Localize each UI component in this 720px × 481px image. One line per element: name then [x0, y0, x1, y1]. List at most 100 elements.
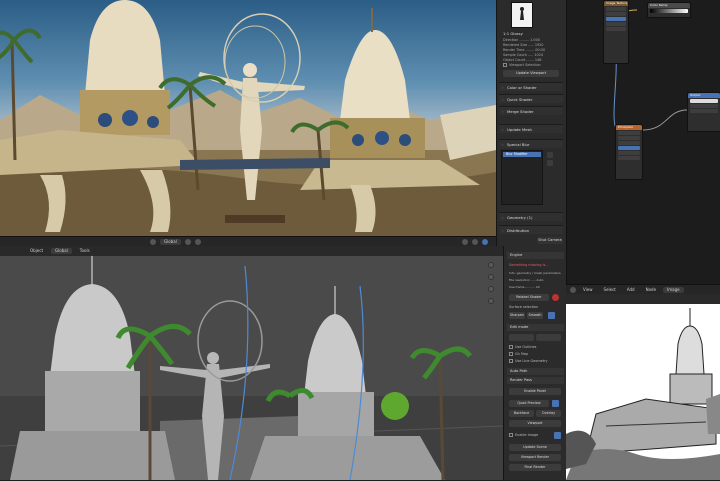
- relabel-shader-button[interactable]: Relabel Shader: [509, 294, 549, 301]
- prop-row: Render Time ........ 00:00: [503, 48, 545, 52]
- viewport-button[interactable]: Viewport: [509, 420, 561, 427]
- menu-image[interactable]: Image: [663, 286, 684, 293]
- list-item-selected[interactable]: Blur Modifier: [503, 152, 541, 157]
- quad-preview-toggle[interactable]: [552, 400, 559, 407]
- menu-tools[interactable]: Tools: [76, 248, 94, 254]
- checkbox-box[interactable]: [509, 345, 513, 349]
- node-socket-row[interactable]: [690, 109, 718, 113]
- node-socket-row[interactable]: [618, 146, 640, 150]
- mode-button[interactable]: [509, 334, 534, 341]
- checkbox-gh-map[interactable]: Gh Map: [507, 351, 564, 358]
- pan-icon[interactable]: [488, 286, 494, 292]
- checkbox-box[interactable]: [509, 359, 513, 363]
- node-socket-row[interactable]: [618, 151, 640, 155]
- mode-button[interactable]: [536, 334, 561, 341]
- zoom-icon[interactable]: [488, 274, 494, 280]
- node-socket-row[interactable]: [606, 7, 626, 11]
- enable-image-toggle[interactable]: [554, 432, 561, 439]
- option-flat-toggle[interactable]: [548, 312, 555, 319]
- node-socket-row[interactable]: [618, 136, 640, 140]
- menu-object[interactable]: Object: [26, 248, 47, 254]
- editor-type-icon[interactable]: [570, 286, 576, 293]
- tools-header[interactable]: Auto Path: [507, 368, 564, 375]
- node-color-ramp[interactable]: Color Ramp: [647, 2, 691, 18]
- enable-panel-button[interactable]: Enable Panel: [509, 388, 561, 395]
- node-title: Output: [688, 93, 720, 98]
- checkbox-box[interactable]: [503, 63, 507, 67]
- section-geometry[interactable]: Geometry (1): [499, 212, 563, 222]
- viewport-render-button[interactable]: Viewport Render: [509, 454, 561, 461]
- section-special-blur[interactable]: Special Blur: [499, 139, 563, 149]
- checkbox-line-geometry[interactable]: Use Line Geometry: [507, 358, 564, 365]
- render-scene-illustration: [0, 0, 496, 236]
- node-socket-row[interactable]: [606, 17, 626, 21]
- checkbox-box[interactable]: [509, 352, 513, 356]
- warning-text: Something missing is...: [509, 263, 549, 267]
- record-icon[interactable]: [552, 294, 559, 301]
- checkbox-outlines[interactable]: Use Outlines: [507, 344, 564, 351]
- figure-silhouette-icon: [520, 7, 524, 20]
- object-mode-icon[interactable]: [150, 238, 156, 245]
- checkbox-box[interactable]: [509, 433, 513, 437]
- line-art-temple: [566, 308, 720, 480]
- section-update-mesh[interactable]: Update Mesh: [499, 124, 563, 134]
- shading-rendered-icon[interactable]: [482, 238, 488, 245]
- menu-select[interactable]: Select: [600, 287, 620, 293]
- menu-node[interactable]: Node: [642, 287, 660, 293]
- final-render-button[interactable]: Final Render: [509, 464, 561, 471]
- render-viewport-header: Global: [0, 236, 496, 246]
- plugin-panel: Engine Something missing is... Info: geo…: [503, 246, 566, 480]
- update-scene-button[interactable]: Update Scene: [509, 444, 561, 451]
- workbench-viewport[interactable]: [0, 246, 503, 480]
- viewport-selection-checkbox[interactable]: Viewport Selection: [503, 63, 559, 67]
- remove-item-icon[interactable]: [547, 160, 553, 166]
- add-item-icon[interactable]: [547, 152, 553, 158]
- node-editor[interactable]: Image Texture Color Ramp Principled Outp…: [566, 0, 720, 284]
- node-socket-row[interactable]: [606, 12, 626, 16]
- shading-solid-icon[interactable]: [472, 238, 478, 245]
- checkbox-label: Enable Image: [515, 433, 539, 437]
- node-socket-row[interactable]: [606, 22, 626, 26]
- render-viewport[interactable]: [0, 0, 496, 236]
- ramp-gradient[interactable]: [650, 9, 688, 13]
- snap-icon[interactable]: [184, 238, 191, 245]
- node-socket-row[interactable]: [690, 99, 718, 103]
- option-smooth[interactable]: Smooth: [527, 312, 543, 319]
- editor-divider: [566, 294, 720, 304]
- option-sharpen[interactable]: Sharpen: [509, 312, 525, 319]
- node-output[interactable]: Output: [687, 92, 720, 132]
- menu-add[interactable]: Add: [623, 287, 639, 293]
- update-viewport-button[interactable]: Update Viewport: [503, 70, 559, 77]
- modifier-list[interactable]: Blur Modifier: [501, 150, 543, 205]
- quad-preview-button[interactable]: Quad Preview: [509, 400, 549, 407]
- transform-dropdown[interactable]: Global: [51, 248, 72, 254]
- backface-button[interactable]: Backface: [509, 410, 534, 417]
- node-socket-row[interactable]: [618, 131, 640, 135]
- node-image-texture[interactable]: Image Texture: [603, 0, 629, 64]
- node-socket-row[interactable]: [618, 156, 640, 160]
- subsection-edit-mode[interactable]: Edit mode: [507, 324, 564, 331]
- section-distribution[interactable]: Distribution: [499, 225, 563, 235]
- nav-gizmo-icon[interactable]: [488, 262, 494, 268]
- section-quick-shader[interactable]: Quick Shader: [499, 94, 563, 104]
- node-socket-row[interactable]: [606, 27, 626, 31]
- menu-view[interactable]: View: [579, 287, 597, 293]
- proportional-edit-icon[interactable]: [194, 238, 201, 245]
- node-socket-row[interactable]: [690, 104, 718, 108]
- node-principled[interactable]: Principled: [615, 124, 643, 180]
- sketch-render-preview: [566, 304, 720, 480]
- prop-row: Direction ......... 1.000: [503, 38, 540, 42]
- section-label: Surface selection: [509, 305, 539, 309]
- section-color-shader[interactable]: Color or Shader: [499, 82, 563, 92]
- render-panel-header[interactable]: Render Pass: [507, 377, 564, 384]
- info-row: File resolution ..... Auto: [509, 278, 544, 282]
- shut-camera-button[interactable]: Shut Camera: [537, 237, 563, 244]
- section-merge-shader[interactable]: Merge Shader: [499, 106, 563, 116]
- overlay-button[interactable]: Overlay: [536, 410, 561, 417]
- camera-view-icon[interactable]: [488, 298, 494, 304]
- node-socket-row[interactable]: [618, 141, 640, 145]
- overlay-icon[interactable]: [462, 238, 468, 245]
- workbench-scene-illustration: [0, 254, 503, 480]
- info-row: Use frame .......... 24: [509, 285, 540, 289]
- transform-orientation-dropdown[interactable]: Global: [160, 238, 181, 245]
